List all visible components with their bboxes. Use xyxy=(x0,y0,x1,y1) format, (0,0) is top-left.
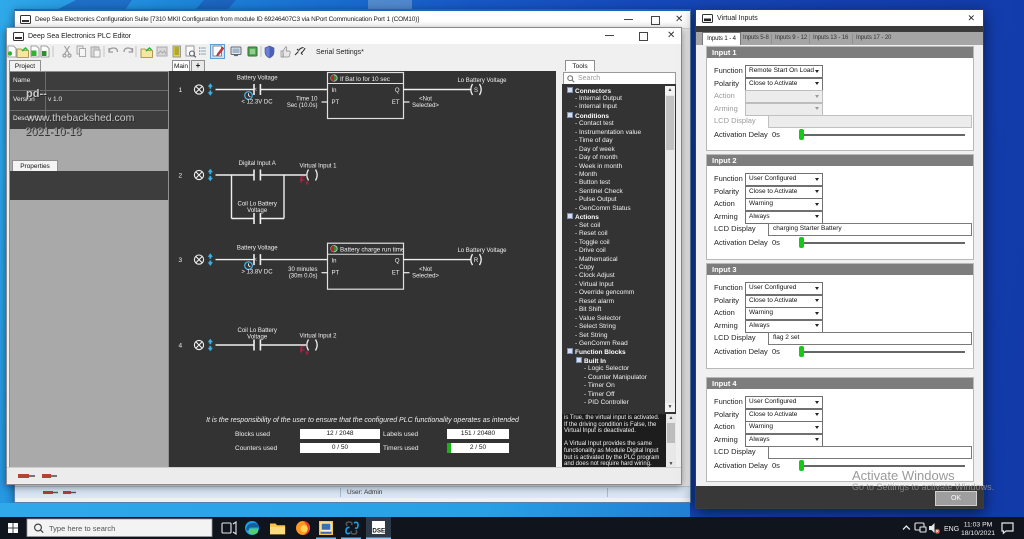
svg-text:Battery charge run time: Battery charge run time xyxy=(340,247,405,254)
svg-text:Virtual Input 2: Virtual Input 2 xyxy=(300,334,338,340)
svg-text:30 minutes: 30 minutes xyxy=(288,267,317,273)
svg-text:Q: Q xyxy=(395,259,400,265)
svg-text:<Not: <Not xyxy=(419,267,432,273)
svg-text:ENG: ENG xyxy=(944,526,959,533)
svg-text:Voltage: Voltage xyxy=(247,335,268,341)
svg-text:Type here to search: Type here to search xyxy=(49,524,115,533)
svg-text:1: 1 xyxy=(179,87,183,94)
svg-text:DSE: DSE xyxy=(372,527,385,534)
svg-text:In: In xyxy=(332,88,337,94)
svg-text:Selected>: Selected> xyxy=(412,274,439,280)
svg-text:Battery Voltage: Battery Voltage xyxy=(237,76,278,82)
svg-text:Selected>: Selected> xyxy=(412,103,439,109)
svg-text:Serial Settings*: Serial Settings* xyxy=(316,49,364,56)
svg-text:PT: PT xyxy=(332,271,340,277)
svg-text:S: S xyxy=(474,88,478,94)
svg-text:Battery Voltage: Battery Voltage xyxy=(237,246,278,252)
svg-text:3: 3 xyxy=(179,257,183,264)
svg-text:> 13.8V DC: > 13.8V DC xyxy=(241,270,273,276)
svg-text:ET: ET xyxy=(392,271,400,277)
svg-text:<: < xyxy=(254,87,257,93)
svg-text:Voltage: Voltage xyxy=(247,208,268,214)
svg-text:Lo Battery Voltage: Lo Battery Voltage xyxy=(457,248,507,254)
svg-text:Time 10: Time 10 xyxy=(296,97,318,103)
svg-text:Lo Battery Voltage: Lo Battery Voltage xyxy=(457,78,507,84)
svg-text:In: In xyxy=(332,259,337,265)
svg-text:Virtual Input 1: Virtual Input 1 xyxy=(300,164,338,170)
svg-text:n: n xyxy=(306,181,309,187)
svg-text:Coil Lo Battery: Coil Lo Battery xyxy=(238,328,277,334)
svg-text:PT: PT xyxy=(332,100,340,106)
svg-text:2: 2 xyxy=(179,173,183,180)
svg-text:Digital Input A: Digital Input A xyxy=(239,161,276,167)
svg-text:ET: ET xyxy=(392,100,400,106)
svg-text:If Bat lo for 10 sec: If Bat lo for 10 sec xyxy=(340,76,390,83)
svg-text:<Not: <Not xyxy=(419,97,432,103)
svg-text:4: 4 xyxy=(179,343,183,350)
svg-text:< 12.3V DC: < 12.3V DC xyxy=(241,100,273,106)
svg-text:(30m 0.0s): (30m 0.0s) xyxy=(289,274,318,280)
svg-text:<: < xyxy=(254,257,257,263)
svg-text:F: F xyxy=(300,346,305,355)
svg-text:Coil Lo Battery: Coil Lo Battery xyxy=(238,202,277,208)
svg-text:F: F xyxy=(300,176,305,185)
svg-text:Q: Q xyxy=(395,88,400,94)
svg-text:n: n xyxy=(306,351,309,357)
svg-text:Sec (10.0s): Sec (10.0s) xyxy=(287,103,318,109)
svg-text:11:03 PM: 11:03 PM xyxy=(964,522,993,529)
svg-text:18/10/2021: 18/10/2021 xyxy=(961,530,995,537)
svg-text:R: R xyxy=(474,258,479,264)
